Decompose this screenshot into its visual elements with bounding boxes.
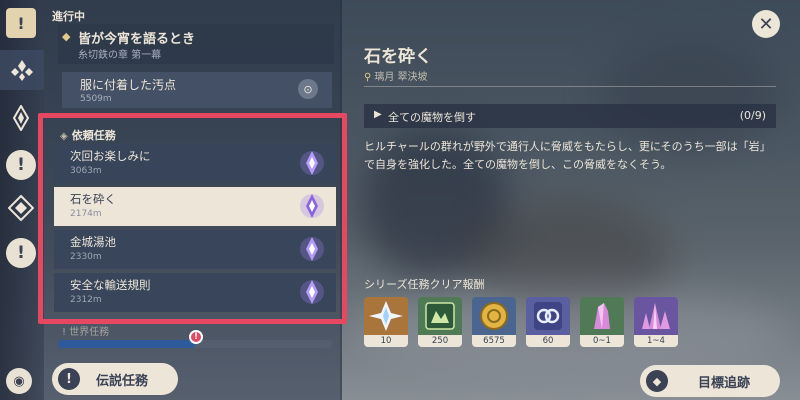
world-quests-label: ! 世界任務 xyxy=(62,327,110,338)
reward-count: 6575 xyxy=(472,335,516,347)
mora-icon xyxy=(472,297,516,335)
reward-count: 0~1 xyxy=(580,335,624,347)
track-quest-label: 目標追跡 xyxy=(698,376,751,391)
reward-item[interactable]: 1~4 xyxy=(634,297,678,347)
archon-quest-subtitle: 糸切鉄の章 第一幕 xyxy=(78,50,162,61)
in-progress-label: 進行中 xyxy=(52,10,85,23)
crystal-cluster-icon xyxy=(634,297,678,335)
commission-quest-icon xyxy=(8,195,34,221)
quest-name: 服に付着した汚点 xyxy=(80,78,177,92)
legend-quest-button[interactable]: ! 伝説任務 xyxy=(52,363,178,395)
alert-marker-icon: ! xyxy=(189,330,203,344)
objective-row[interactable]: ▶ 全ての魔物を倒す (0/9) xyxy=(364,104,776,128)
close-button[interactable]: ✕ xyxy=(752,10,780,38)
diamond-cluster-icon xyxy=(11,60,33,81)
quest-description: ヒルチャールの群れが野外で通行人に脅威をもたらし、更にそのうち一部は「岩」で自身… xyxy=(364,140,771,171)
quest-book-icon[interactable]: ! xyxy=(6,8,36,38)
reward-item[interactable]: 0~1 xyxy=(580,297,624,347)
archon-quest-icon xyxy=(12,105,30,131)
reward-item[interactable]: 250 xyxy=(418,297,462,347)
archon-diamond-icon: ◆ xyxy=(62,30,71,43)
world-progress-fill xyxy=(58,340,195,348)
rail-tab-all[interactable] xyxy=(0,50,44,90)
rail-tab-commission[interactable] xyxy=(6,193,36,223)
crystal-ore-icon xyxy=(580,297,624,335)
reward-count: 1~4 xyxy=(634,335,678,347)
navigate-diamond-icon: ◆ xyxy=(646,370,668,392)
camera-icon[interactable]: ◉ xyxy=(6,368,32,394)
reward-label: シリーズ任務クリア報酬 xyxy=(364,278,485,291)
exclamation-icon: ! xyxy=(58,368,80,390)
quest-location: ⚲ 璃月 翠決坡 xyxy=(364,72,428,83)
reward-count: 10 xyxy=(364,335,408,347)
quest-title: 石を砕く xyxy=(364,47,432,67)
companionship-exp-icon xyxy=(526,297,570,335)
reward-count: 250 xyxy=(418,335,462,347)
legend-quest-label: 伝説任務 xyxy=(96,374,149,389)
quest-row[interactable]: 服に付着した汚点 5509m ⊙ xyxy=(62,72,332,108)
location-pin-icon: ⊙ xyxy=(298,79,318,99)
divider xyxy=(364,86,776,87)
objective-text: 全ての魔物を倒す xyxy=(388,111,476,124)
commissions-highlight-frame xyxy=(38,113,347,324)
archon-quest-row[interactable]: ◆ 皆が今宵を語るとき 糸切鉄の章 第一幕 xyxy=(58,24,334,64)
archon-quest-title: 皆が今宵を語るとき xyxy=(78,32,196,47)
chevron-right-icon: ▶ xyxy=(374,109,382,120)
adventure-exp-icon xyxy=(418,297,462,335)
reward-item[interactable]: 6575 xyxy=(472,297,516,347)
track-quest-button[interactable]: ◆ 目標追跡 xyxy=(640,365,780,397)
rail-tab-archon[interactable] xyxy=(6,103,36,133)
location-pin-icon: ⚲ xyxy=(364,72,372,83)
rail-tab-story[interactable]: ! xyxy=(6,150,36,180)
reward-count: 60 xyxy=(526,335,570,347)
objective-count: (0/9) xyxy=(739,109,766,122)
primogem-icon xyxy=(364,297,408,335)
reward-item[interactable]: 60 xyxy=(526,297,570,347)
reward-item[interactable]: 10 xyxy=(364,297,408,347)
quest-distance: 5509m xyxy=(80,94,112,104)
rail-tab-world[interactable]: ! xyxy=(6,238,36,268)
